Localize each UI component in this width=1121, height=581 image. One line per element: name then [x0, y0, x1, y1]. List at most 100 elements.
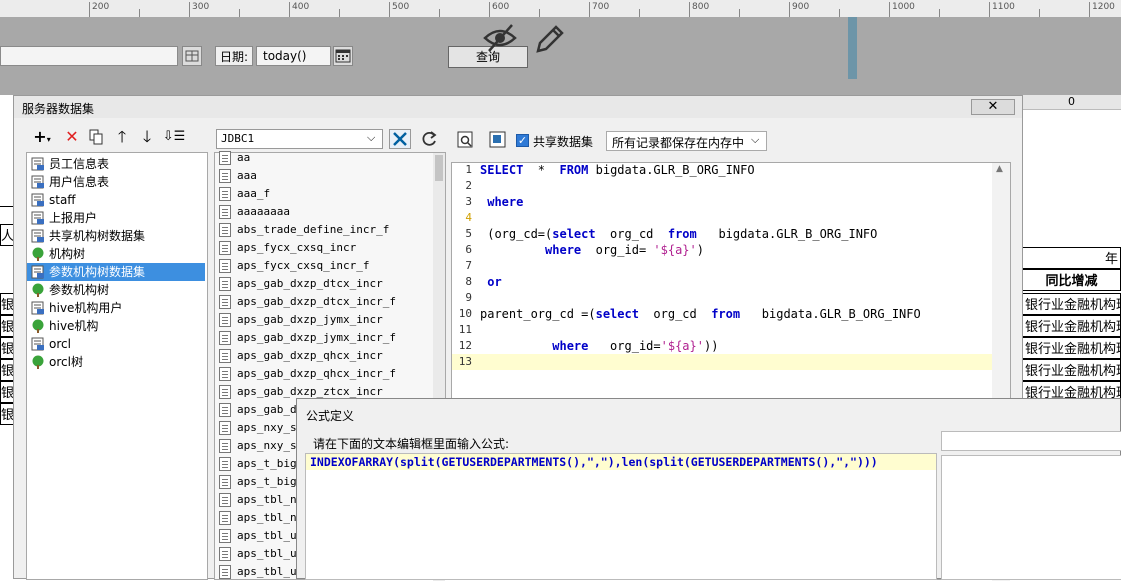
sheet-cell[interactable]: 银 — [0, 337, 14, 359]
document-icon — [219, 151, 231, 165]
refresh-icon — [422, 131, 437, 146]
ruler-minor-tick — [539, 9, 540, 17]
close-button[interactable]: ✕ — [971, 99, 1015, 115]
copy-icon — [89, 129, 103, 145]
connection-select[interactable]: JDBC1 ⌵ — [216, 129, 383, 149]
tree-item[interactable]: 机构树 — [27, 245, 205, 263]
sql-line: 9 — [452, 290, 992, 306]
sheet-cell[interactable]: 银行业金融机构理 — [1022, 337, 1121, 359]
document-icon — [219, 367, 231, 381]
table-item[interactable]: aps_gab_dxzp_qhcx_incr — [215, 347, 431, 365]
tree-item[interactable]: 共享机构树数据集 — [27, 227, 205, 245]
copy-button[interactable] — [86, 126, 106, 148]
move-down-button[interactable]: 🡓 — [137, 126, 157, 148]
tree-item[interactable]: 参数机构树 — [27, 281, 205, 299]
table-item[interactable]: abs_trade_define_incr_f — [215, 221, 431, 239]
line-number: 4 — [465, 211, 472, 224]
ruler-label: 800 — [692, 2, 710, 12]
edit-pencil-icon[interactable] — [532, 23, 566, 55]
tree-item[interactable]: staff — [27, 191, 205, 209]
column-header-label: 0 — [1068, 95, 1075, 108]
sql-line: 4 — [452, 210, 992, 226]
tree-item[interactable]: orcl — [27, 335, 205, 353]
table-item[interactable]: aaaaaaaa — [215, 203, 431, 221]
sheet-line — [0, 206, 13, 207]
function-search-input[interactable] — [941, 431, 1121, 451]
sheet-cell[interactable]: 银 — [0, 359, 14, 381]
table-item[interactable]: aps_gab_dxzp_dtcx_incr_f — [215, 293, 431, 311]
calendar-button[interactable] — [333, 46, 353, 66]
sheet-cell[interactable]: 银行业金融机构理 — [1022, 293, 1121, 315]
formula-dialog: 公式定义 请在下面的文本编辑框里面输入公式: INDEXOFARRAY(spli… — [296, 398, 1121, 580]
tree-item[interactable]: orcl树 — [27, 353, 205, 371]
horizontal-ruler: 200 300 400 500 600 700 800 900 1000 1100 1200 — [0, 0, 1121, 18]
table-item[interactable]: aps_fycx_cxsq_incr — [215, 239, 431, 257]
table-item-label: aps_t_bigd — [237, 475, 304, 488]
function-list[interactable] — [941, 455, 1121, 580]
table-item[interactable]: aaa — [215, 167, 431, 185]
sheet-cell[interactable]: 银行业金融机构理 — [1022, 359, 1121, 381]
refresh-button[interactable] — [419, 129, 441, 149]
table-item[interactable]: aa — [215, 149, 431, 167]
parameter-button[interactable] — [489, 131, 507, 149]
sql-line: 3 where — [452, 194, 992, 210]
preview-button[interactable] — [457, 131, 475, 149]
line-number: 3 — [465, 195, 472, 208]
cache-mode-value: 所有记录都保存在内存中 — [612, 136, 745, 150]
grid-button[interactable] — [182, 46, 202, 66]
formula-prompt: 请在下面的文本编辑框里面输入公式: — [313, 437, 510, 451]
tree-item[interactable]: hive机构用户 — [27, 299, 205, 317]
scroll-up-icon: ▲ — [996, 164, 1003, 174]
add-dataset-button[interactable]: +▾ — [30, 126, 54, 148]
line-number: 7 — [465, 259, 472, 272]
dialog-titlebar: 服务器数据集 ✕ — [14, 96, 1022, 118]
sheet-cell[interactable]: 银行业金融机构理 — [1022, 315, 1121, 337]
tree-item-label: staff — [49, 193, 76, 207]
tree-item[interactable]: 员工信息表 — [27, 155, 205, 173]
eye-hidden-icon[interactable] — [482, 22, 518, 54]
connection-settings-button[interactable] — [389, 129, 411, 149]
tree-item[interactable]: 上报用户 — [27, 209, 205, 227]
dataset-tree: 员工信息表 用户信息表 staff 上报用户 共享机构树数据集 机构树 参数机构树数据集 参数… — [26, 152, 208, 580]
line-number: 5 — [465, 227, 472, 240]
tree-item[interactable]: 用户信息表 — [27, 173, 205, 191]
sheet-cell[interactable]: 银 — [0, 293, 14, 315]
table-item-label: aps_nxy_sr — [237, 421, 304, 434]
formula-editor[interactable]: INDEXOFARRAY(split(GETUSERDEPARTMENTS(),… — [305, 453, 937, 580]
table-item[interactable]: aaa_f — [215, 185, 431, 203]
sheet-cell[interactable]: 银 — [0, 403, 14, 425]
yoy-header-cell[interactable]: 同比增减 — [1022, 269, 1121, 291]
ruler-major-tick — [589, 2, 590, 17]
chevron-down-icon: ⌵ — [367, 131, 376, 144]
sheet-cell[interactable]: 银 — [0, 315, 14, 337]
table-item[interactable]: aps_gab_dxzp_dtcx_incr — [215, 275, 431, 293]
tree-item[interactable]: hive机构 — [27, 317, 205, 335]
tools-icon — [393, 132, 407, 146]
ruler-major-tick — [789, 2, 790, 17]
delete-button[interactable]: ✕ — [62, 126, 82, 148]
document-icon — [219, 529, 231, 543]
parameter-input[interactable] — [0, 46, 178, 66]
scrollbar-thumb[interactable] — [435, 155, 443, 181]
table-item[interactable]: aps_gab_dxzp_jymx_incr_f — [215, 329, 431, 347]
ruler-minor-tick — [1039, 9, 1040, 17]
tree-item[interactable]: 参数机构树数据集 — [27, 263, 205, 281]
table-item-label: aaa_f — [237, 187, 271, 200]
sheet-cell[interactable]: 银 — [0, 381, 14, 403]
move-up-button[interactable]: 🡑 — [112, 126, 132, 148]
year-header-cell[interactable]: 年 — [1022, 247, 1121, 269]
table-icon — [31, 265, 45, 279]
parameter-bar: 日期: today() 查询 — [0, 17, 1121, 95]
sort-button[interactable]: ⇩☰ — [162, 126, 186, 148]
table-item[interactable]: aps_gab_dxzp_jymx_incr — [215, 311, 431, 329]
date-input[interactable]: today() — [256, 46, 331, 66]
document-icon — [219, 511, 231, 525]
table-item[interactable]: aps_fycx_cxsq_incr_f — [215, 257, 431, 275]
share-dataset-checkbox[interactable]: ✓ — [516, 134, 529, 147]
cache-mode-select[interactable]: 所有记录都保存在内存中 ⌵ — [606, 131, 767, 151]
table-item[interactable]: aps_gab_dxzp_qhcx_incr_f — [215, 365, 431, 383]
plus-icon: + — [33, 127, 47, 146]
sheet-cell[interactable]: 人 — [0, 224, 14, 246]
tree-icon — [31, 355, 45, 369]
ruler-label: 1100 — [992, 2, 1015, 12]
